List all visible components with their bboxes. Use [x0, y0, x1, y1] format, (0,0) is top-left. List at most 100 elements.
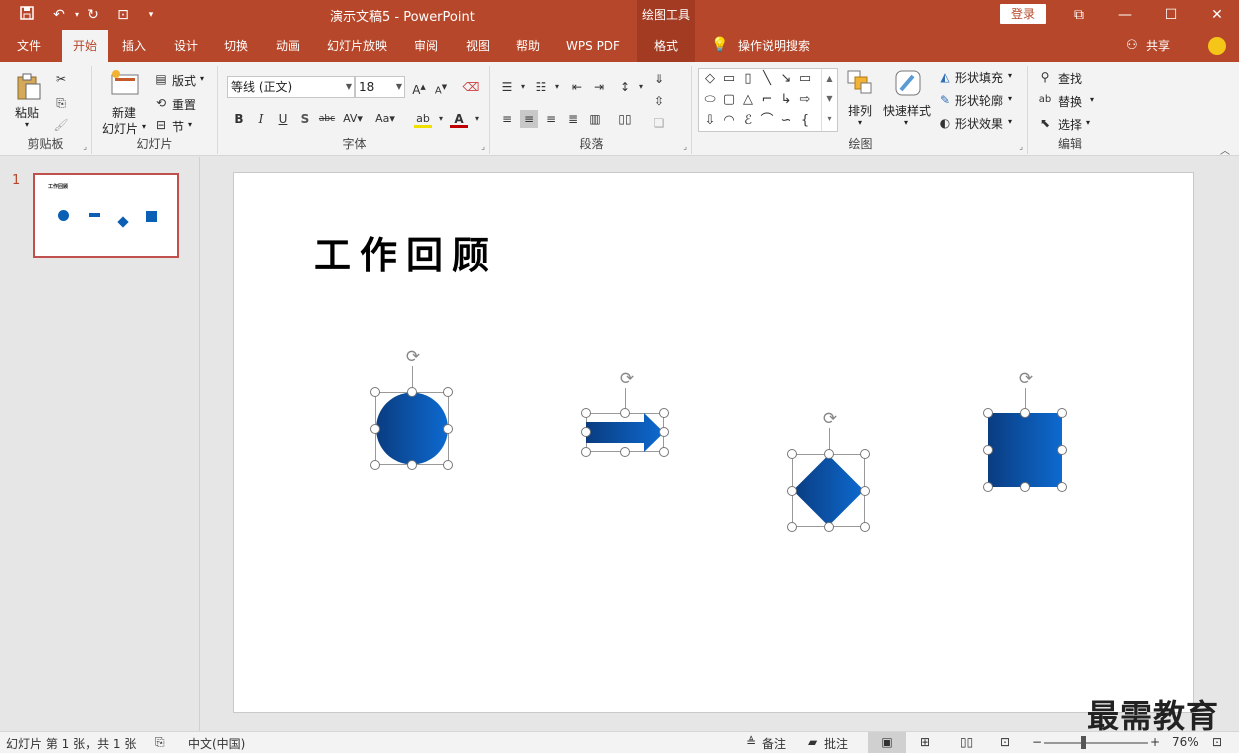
square-handle-sw[interactable]: [983, 482, 993, 492]
circle-handle-ne[interactable]: [443, 387, 453, 397]
paragraph-launcher-icon[interactable]: ⌟: [683, 142, 687, 151]
circle-shape[interactable]: [375, 392, 449, 465]
diamond-handle-w[interactable]: [787, 486, 797, 496]
select-dropdown-icon[interactable]: ▾: [1086, 118, 1090, 127]
diamond-handle-e[interactable]: [860, 486, 870, 496]
arrow-handle-s[interactable]: [620, 447, 630, 457]
font-launcher-icon[interactable]: ⌟: [481, 142, 485, 151]
bold-icon[interactable]: B: [230, 110, 248, 128]
replace-dropdown-icon[interactable]: ▾: [1090, 95, 1094, 104]
char-spacing-icon[interactable]: AV▾: [340, 110, 366, 128]
format-painter-icon[interactable]: 🖌: [52, 116, 70, 134]
slide-canvas[interactable]: 工作回顾 ⟳ ⟳ ⟳ ⟳: [233, 172, 1194, 713]
tab-format[interactable]: 格式: [637, 30, 695, 62]
paste-icon[interactable]: [14, 72, 42, 103]
arrow-line-shape-icon[interactable]: ↘: [777, 70, 795, 88]
notes-button[interactable]: 备注: [762, 735, 786, 752]
decrease-indent-icon[interactable]: ⇤: [568, 78, 586, 96]
clear-format-icon[interactable]: ⌫: [462, 78, 480, 96]
change-case-icon[interactable]: Aa▾: [370, 110, 400, 128]
align-right-icon[interactable]: ≡: [542, 110, 560, 128]
slide-thumbnail[interactable]: 工作回顾: [33, 173, 179, 258]
align-left-icon[interactable]: ≡: [498, 110, 516, 128]
collapse-ribbon-icon[interactable]: ︿: [1220, 142, 1230, 157]
slide-sorter-icon[interactable]: ⊞: [920, 735, 930, 749]
diamond-shape[interactable]: [792, 454, 865, 527]
quick-styles-button[interactable]: 快速样式: [883, 102, 931, 119]
minimize-icon[interactable]: —: [1102, 0, 1148, 30]
section-button[interactable]: 节: [172, 118, 184, 135]
down-arrow-shape-icon[interactable]: ⇩: [701, 112, 719, 130]
italic-icon[interactable]: I: [252, 110, 270, 128]
zoom-slider-track[interactable]: [1044, 742, 1148, 744]
tab-file[interactable]: 文件: [8, 30, 50, 62]
square-handle-nw[interactable]: [983, 408, 993, 418]
square-rotate-handle-icon[interactable]: ⟳: [1016, 369, 1036, 389]
quick-styles-icon[interactable]: [893, 68, 923, 101]
text-direction-icon[interactable]: ⇓: [650, 70, 668, 88]
tab-view[interactable]: 视图: [456, 30, 500, 62]
circle-handle-se[interactable]: [443, 460, 453, 470]
diamond-rotate-handle-icon[interactable]: ⟳: [820, 409, 840, 429]
square-handle-s[interactable]: [1020, 482, 1030, 492]
shape-fill-dropdown-icon[interactable]: ▾: [1008, 71, 1012, 80]
save-icon[interactable]: [16, 5, 38, 25]
drawing-launcher-icon[interactable]: ⌟: [1019, 142, 1023, 151]
shape-effects-button[interactable]: 形状效果: [955, 115, 1003, 132]
tab-insert[interactable]: 插入: [112, 30, 156, 62]
select-button[interactable]: 选择: [1058, 116, 1082, 133]
diamond-handle-n[interactable]: [824, 449, 834, 459]
arrange-dropdown-icon[interactable]: ▾: [858, 118, 862, 127]
fit-to-window-icon[interactable]: ⊡: [1212, 735, 1222, 749]
reading-view-icon[interactable]: ▯▯: [960, 735, 973, 749]
rectangle-shape-icon[interactable]: ▭: [796, 70, 814, 88]
diamond-handle-nw[interactable]: [787, 449, 797, 459]
tab-wps-pdf[interactable]: WPS PDF: [558, 30, 628, 62]
layout-dropdown-icon[interactable]: ▾: [200, 74, 204, 83]
align-center-icon[interactable]: ≡: [520, 110, 538, 128]
elbow-arrow-shape-icon[interactable]: ↳: [777, 91, 795, 109]
diamond-handle-se[interactable]: [860, 522, 870, 532]
tab-help[interactable]: 帮助: [506, 30, 550, 62]
decrease-font-icon[interactable]: A▼: [432, 78, 450, 96]
zoom-level[interactable]: 76%: [1172, 735, 1199, 749]
circle-handle-nw[interactable]: [370, 387, 380, 397]
freeform-shape-icon[interactable]: ◠: [720, 112, 738, 130]
square-handle-w[interactable]: [983, 445, 993, 455]
new-slide-dropdown-icon[interactable]: ▾: [142, 122, 146, 131]
arrow-handle-w[interactable]: [581, 427, 591, 437]
layout-button[interactable]: 版式: [172, 72, 196, 89]
vertical-textbox-shape-icon[interactable]: ▯: [739, 70, 757, 88]
font-color-dropdown-icon[interactable]: ▾: [468, 110, 486, 128]
paste-button[interactable]: 粘贴: [15, 104, 39, 121]
circle-handle-n[interactable]: [407, 387, 417, 397]
tab-slideshow[interactable]: 幻灯片放映: [320, 30, 394, 62]
comments-button[interactable]: 批注: [824, 735, 848, 752]
justify-icon[interactable]: ≣: [564, 110, 582, 128]
square-shape[interactable]: [988, 413, 1062, 487]
shadow-icon[interactable]: S: [296, 110, 314, 128]
zoom-slider-thumb[interactable]: [1081, 736, 1086, 749]
copy-icon[interactable]: ⎘: [52, 94, 70, 112]
arrange-icon[interactable]: [846, 68, 874, 99]
shapes-gallery[interactable]: ◇ ▭ ▯ ╲ ↘ ▭ ⬭ ▢ △ ⌐ ↳ ⇨ ⇩ ◠ ℰ ⌒ ∽ { ▲ ▼ ▾: [698, 68, 838, 132]
columns-icon[interactable]: ▯▯: [616, 110, 634, 128]
cut-icon[interactable]: ✂: [52, 70, 70, 88]
shape-fill-button[interactable]: 形状填充: [955, 69, 1003, 86]
highlight-icon[interactable]: ab: [414, 110, 432, 128]
spell-check-icon[interactable]: ⎘: [155, 735, 165, 750]
tab-design[interactable]: 设计: [164, 30, 208, 62]
strikethrough-icon[interactable]: abc: [318, 110, 336, 128]
square-handle-e[interactable]: [1057, 445, 1067, 455]
font-size-combo[interactable]: 18 ▼: [355, 76, 405, 98]
underline-icon[interactable]: U: [274, 110, 292, 128]
highlight-dropdown-icon[interactable]: ▾: [432, 110, 450, 128]
distributed-icon[interactable]: ▥: [586, 110, 604, 128]
diamond-handle-s[interactable]: [824, 522, 834, 532]
smartart-icon[interactable]: ❏: [650, 114, 668, 132]
redo-icon[interactable]: ↻: [82, 5, 104, 25]
customize-icon[interactable]: ▾: [140, 5, 162, 25]
zoom-in-icon[interactable]: +: [1150, 735, 1160, 749]
diamond-handle-ne[interactable]: [860, 449, 870, 459]
language-status[interactable]: 中文(中国): [188, 735, 245, 752]
